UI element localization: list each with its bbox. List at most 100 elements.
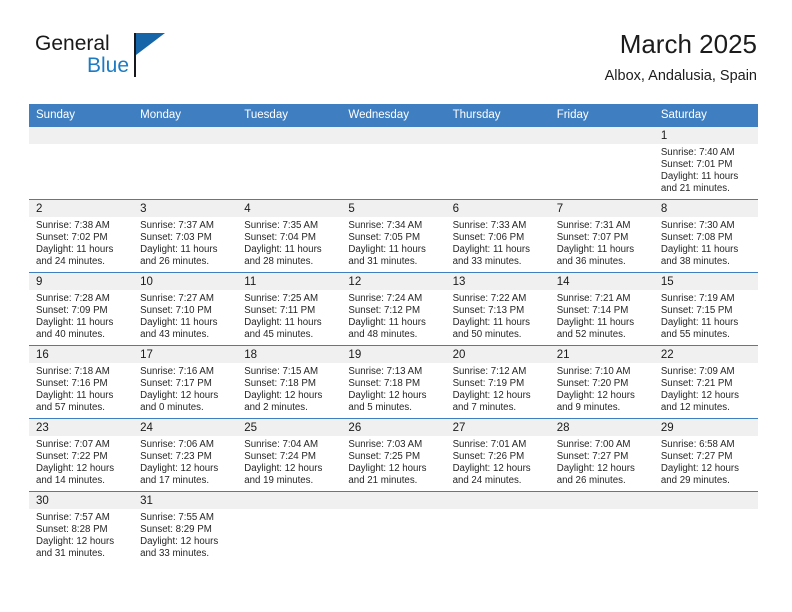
- sunset-text: Sunset: 7:21 PM: [660, 377, 733, 389]
- day-number: 6: [445, 200, 550, 217]
- calendar-day-cell[interactable]: 11 Sunrise: 7:25 AM Sunset: 7:11 PM Dayligh…: [237, 272, 342, 346]
- sunset-text: Sunset: 7:11 PM: [244, 304, 316, 316]
- calendar-day-cell[interactable]: 22 Sunrise: 7:09 AM Sunset: 7:21 PM Dayligh…: [653, 345, 758, 419]
- calendar-day-cell[interactable]: 19 Sunrise: 7:13 AM Sunset: 7:18 PM Dayligh…: [341, 345, 446, 419]
- sunrise-text: Sunrise: 7:34 AM: [348, 220, 423, 231]
- general-blue-logo[interactable]: General Blue: [35, 32, 235, 92]
- sunset-text: Sunset: 8:28 PM: [36, 523, 108, 535]
- day-number: 29: [653, 419, 758, 436]
- calendar-day-cell[interactable]: 20 Sunrise: 7:12 AM Sunset: 7:19 PM Dayligh…: [445, 345, 550, 419]
- calendar-day-cell[interactable]: 29 Sunrise: 6:58 AM Sunset: 7:27 PM Dayligh…: [653, 418, 758, 492]
- day-details: Sunrise: 7:15 AM Sunset: 7:18 PM Daylight:…: [237, 363, 341, 414]
- calendar-day-cell[interactable]: 25 Sunrise: 7:04 AM Sunset: 7:24 PM Dayligh…: [237, 418, 342, 492]
- daylight-text-line1: Daylight: 11 hours: [244, 316, 322, 328]
- calendar-day-cell[interactable]: 10 Sunrise: 7:27 AM Sunset: 7:10 PM Dayligh…: [133, 272, 238, 346]
- day-number: 1: [653, 127, 758, 144]
- sunset-text: Sunset: 7:24 PM: [244, 450, 316, 462]
- daylight-text-line2: and 28 minutes.: [244, 255, 314, 267]
- day-number: 21: [549, 346, 654, 363]
- day-details: Sunrise: 7:03 AM Sunset: 7:25 PM Daylight:…: [341, 436, 445, 487]
- calendar-day-cell[interactable]: 2 Sunrise: 7:38 AM Sunset: 7:02 PM Daylight…: [29, 199, 134, 273]
- sunrise-text: Sunrise: 7:27 AM: [140, 293, 214, 304]
- daylight-text-line1: Daylight: 12 hours: [36, 535, 115, 547]
- calendar-day-cell[interactable]: 15 Sunrise: 7:19 AM Sunset: 7:15 PM Dayligh…: [653, 272, 758, 346]
- day-number: [549, 127, 654, 144]
- calendar-day-cell[interactable]: 31 Sunrise: 7:55 AM Sunset: 8:29 PM Dayligh…: [133, 491, 238, 565]
- daylight-text-line1: Daylight: 12 hours: [140, 389, 219, 401]
- daylight-text-line2: and 31 minutes.: [348, 255, 418, 267]
- sunset-text: Sunset: 7:18 PM: [348, 377, 421, 389]
- calendar-day-cell[interactable]: 23 Sunrise: 7:07 AM Sunset: 7:22 PM Dayligh…: [29, 418, 134, 492]
- calendar-day-cell[interactable]: 14 Sunrise: 7:21 AM Sunset: 7:14 PM Dayligh…: [549, 272, 654, 346]
- daylight-text-line2: and 2 minutes.: [244, 401, 308, 413]
- sunrise-text: Sunrise: 7:06 AM: [140, 439, 214, 450]
- day-number: 5: [341, 200, 446, 217]
- daylight-text-line1: Daylight: 11 hours: [660, 170, 739, 182]
- logo-text-general: General: [35, 32, 110, 55]
- daylight-text-line1: Daylight: 12 hours: [36, 462, 115, 474]
- calendar-week-row: 16 Sunrise: 7:18 AM Sunset: 7:16 PM Dayligh…: [29, 345, 758, 419]
- day-number: 22: [653, 346, 758, 363]
- calendar-day-cell[interactable]: 18 Sunrise: 7:15 AM Sunset: 7:18 PM Dayligh…: [237, 345, 342, 419]
- daylight-text-line1: Daylight: 11 hours: [556, 243, 635, 255]
- day-number: 16: [29, 346, 134, 363]
- day-number: [29, 127, 134, 144]
- day-number: [445, 492, 550, 509]
- calendar-day-cell[interactable]: 13 Sunrise: 7:22 AM Sunset: 7:13 PM Dayligh…: [445, 272, 550, 346]
- daylight-text-line1: Daylight: 11 hours: [140, 243, 218, 255]
- weekday-header-wednesday: Wednesday: [341, 104, 446, 127]
- daylight-text-line2: and 5 minutes.: [348, 401, 412, 413]
- sunset-text: Sunset: 7:05 PM: [348, 231, 421, 243]
- calendar-day-cell-empty: [549, 491, 654, 565]
- sunrise-text: Sunrise: 7:25 AM: [244, 293, 319, 304]
- calendar-day-cell[interactable]: 1 Sunrise: 7:40 AM Sunset: 7:01 PM Daylight…: [653, 126, 758, 200]
- calendar-day-cell[interactable]: 16 Sunrise: 7:18 AM Sunset: 7:16 PM Dayligh…: [29, 345, 134, 419]
- calendar-day-cell-empty: [133, 126, 238, 200]
- day-number: [133, 127, 238, 144]
- calendar-day-cell[interactable]: 27 Sunrise: 7:01 AM Sunset: 7:26 PM Dayligh…: [445, 418, 550, 492]
- calendar-day-cell[interactable]: 30 Sunrise: 7:57 AM Sunset: 8:28 PM Dayligh…: [29, 491, 134, 565]
- day-details: Sunrise: 7:06 AM Sunset: 7:23 PM Daylight:…: [133, 436, 237, 487]
- sunrise-text: Sunrise: 7:03 AM: [348, 439, 423, 450]
- daylight-text-line2: and 29 minutes.: [660, 474, 730, 486]
- sunset-text: Sunset: 7:14 PM: [556, 304, 629, 316]
- daylight-text-line2: and 57 minutes.: [36, 401, 105, 413]
- calendar-day-cell-empty: [341, 491, 446, 565]
- logo-text-blue: Blue: [87, 54, 130, 77]
- daylight-text-line2: and 40 minutes.: [36, 328, 105, 340]
- sunset-text: Sunset: 7:26 PM: [452, 450, 525, 462]
- daylight-text-line2: and 31 minutes.: [36, 547, 105, 559]
- calendar-day-cell[interactable]: 6 Sunrise: 7:33 AM Sunset: 7:06 PM Daylight…: [445, 199, 550, 273]
- day-details: Sunrise: 7:04 AM Sunset: 7:24 PM Daylight:…: [237, 436, 341, 487]
- calendar-day-cell[interactable]: 4 Sunrise: 7:35 AM Sunset: 7:04 PM Daylight…: [237, 199, 342, 273]
- calendar-day-cell[interactable]: 12 Sunrise: 7:24 AM Sunset: 7:12 PM Dayligh…: [341, 272, 446, 346]
- calendar-day-cell[interactable]: 5 Sunrise: 7:34 AM Sunset: 7:05 PM Daylight…: [341, 199, 446, 273]
- daylight-text-line1: Daylight: 12 hours: [556, 389, 635, 401]
- calendar-day-cell[interactable]: 21 Sunrise: 7:10 AM Sunset: 7:20 PM Dayligh…: [549, 345, 654, 419]
- logo-flag-icon: [136, 33, 165, 55]
- sunset-text: Sunset: 7:08 PM: [660, 231, 733, 243]
- day-number: 28: [549, 419, 654, 436]
- calendar-day-cell[interactable]: 3 Sunrise: 7:37 AM Sunset: 7:03 PM Daylight…: [133, 199, 238, 273]
- daylight-text-line2: and 9 minutes.: [556, 401, 621, 413]
- calendar-container: Sunday Monday Tuesday Wednesday Thursday…: [29, 104, 758, 565]
- calendar-day-cell[interactable]: 17 Sunrise: 7:16 AM Sunset: 7:17 PM Dayligh…: [133, 345, 238, 419]
- day-details: Sunrise: 7:18 AM Sunset: 7:16 PM Daylight:…: [29, 363, 133, 414]
- calendar-day-cell[interactable]: 26 Sunrise: 7:03 AM Sunset: 7:25 PM Dayligh…: [341, 418, 446, 492]
- daylight-text-line2: and 17 minutes.: [140, 474, 210, 486]
- sunrise-text: Sunrise: 7:38 AM: [36, 220, 110, 231]
- sunset-text: Sunset: 7:18 PM: [244, 377, 316, 389]
- day-number: 27: [445, 419, 550, 436]
- sunrise-text: Sunrise: 7:22 AM: [452, 293, 527, 304]
- day-details: Sunrise: 7:25 AM Sunset: 7:11 PM Daylight:…: [237, 290, 341, 341]
- calendar-day-cell[interactable]: 9 Sunrise: 7:28 AM Sunset: 7:09 PM Daylight…: [29, 272, 134, 346]
- daylight-text-line2: and 24 minutes.: [36, 255, 105, 267]
- day-number: 10: [133, 273, 238, 290]
- calendar-day-cell[interactable]: 7 Sunrise: 7:31 AM Sunset: 7:07 PM Daylight…: [549, 199, 654, 273]
- calendar-day-cell[interactable]: 24 Sunrise: 7:06 AM Sunset: 7:23 PM Dayligh…: [133, 418, 238, 492]
- calendar-day-cell[interactable]: 8 Sunrise: 7:30 AM Sunset: 7:08 PM Daylight…: [653, 199, 758, 273]
- day-number: 17: [133, 346, 238, 363]
- day-number: 14: [549, 273, 654, 290]
- sunrise-text: Sunrise: 7:07 AM: [36, 439, 110, 450]
- calendar-day-cell[interactable]: 28 Sunrise: 7:00 AM Sunset: 7:27 PM Dayligh…: [549, 418, 654, 492]
